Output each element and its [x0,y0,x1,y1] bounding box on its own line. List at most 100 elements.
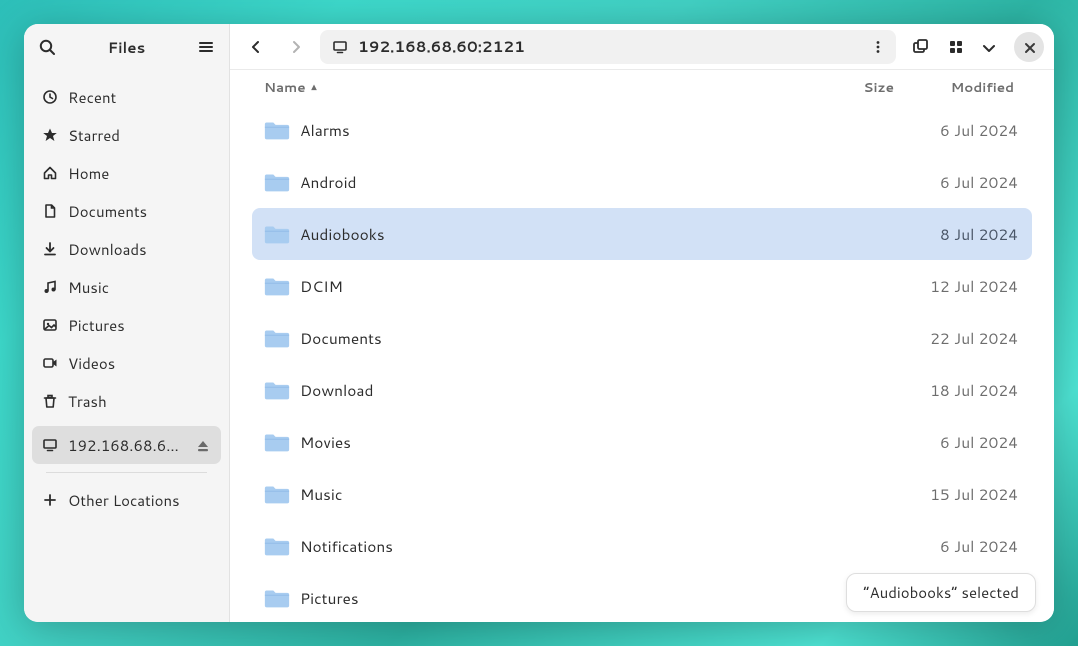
sidebar-item-home[interactable]: Home [32,154,221,192]
app-window: Files Recent Starred Home Documents [24,24,1054,622]
eject-button[interactable] [195,438,211,452]
folder-icon [260,274,294,298]
file-modified: 15 Jul 2024 [898,483,1018,505]
clock-icon [42,89,58,105]
file-modified: 6 Jul 2024 [898,431,1018,453]
videos-icon [42,355,58,371]
plus-icon [42,492,58,508]
chevron-left-icon [248,39,264,55]
toolbar-right [904,31,1044,63]
file-name: Notifications [300,535,818,557]
sidebar-item-label: Home [68,163,211,184]
music-icon [42,279,58,295]
sidebar-item-trash[interactable]: Trash [32,382,221,420]
file-name: Pictures [300,587,818,609]
file-row[interactable]: Movies 6 Jul 2024 [252,416,1032,468]
kebab-icon [870,39,886,55]
column-header-modified[interactable]: Modified [894,78,1014,97]
file-row[interactable]: Audiobooks 8 Jul 2024 [252,208,1032,260]
file-row[interactable]: Documents 22 Jul 2024 [252,312,1032,364]
sidebar-item-network-location[interactable]: 192.168.68.6… [32,426,221,464]
folder-icon [260,586,294,610]
view-options-dropdown[interactable] [972,31,1004,63]
sidebar-item-documents[interactable]: Documents [32,192,221,230]
file-name: Music [300,483,818,505]
sidebar-item-videos[interactable]: Videos [32,344,221,382]
sidebar-item-label: Documents [68,201,211,222]
screen-icon [42,437,58,453]
file-modified: 12 Jul 2024 [898,275,1018,297]
sort-indicator-icon: ▴ [312,80,317,94]
sidebar-item-other-locations[interactable]: Other Locations [32,481,221,519]
file-name: Audiobooks [300,223,818,245]
file-name: Documents [300,327,818,349]
column-label: Name [264,78,306,97]
file-row[interactable]: Download 18 Jul 2024 [252,364,1032,416]
selection-status-text: “Audiobooks” selected [863,582,1019,603]
folder-icon [260,118,294,142]
folder-icon [260,430,294,454]
selection-status: “Audiobooks” selected [846,573,1036,612]
hamburger-icon [198,39,214,55]
chevron-down-icon [981,40,995,54]
column-header-name[interactable]: Name ▴ [264,78,814,97]
star-icon [42,127,58,143]
file-row[interactable]: Music 15 Jul 2024 [252,468,1032,520]
file-name: Android [300,171,818,193]
file-modified: 6 Jul 2024 [898,171,1018,193]
file-row[interactable]: Notifications 6 Jul 2024 [252,520,1032,572]
sidebar-separator [46,472,207,473]
file-modified: 18 Jul 2024 [898,379,1018,401]
file-row[interactable]: DCIM12 Jul 2024 [252,260,1032,312]
path-options-button[interactable] [864,33,892,61]
toolbar: 192.168.68.60:2121 [230,24,1054,70]
file-name: Alarms [300,119,818,141]
trash-icon [42,393,58,409]
column-label: Modified [951,78,1014,97]
folder-icon [260,326,294,350]
file-name: Download [300,379,818,401]
sidebar-item-pictures[interactable]: Pictures [32,306,221,344]
sidebar-item-label: Videos [68,353,211,374]
file-row[interactable]: Alarms6 Jul 2024 [252,104,1032,156]
hamburger-menu-button[interactable] [189,30,223,64]
sidebar-item-music[interactable]: Music [32,268,221,306]
folder-icon [260,482,294,506]
back-button[interactable] [240,31,272,63]
folder-icon [260,378,294,402]
grid-view-button[interactable] [940,31,972,63]
new-tab-icon [912,39,928,55]
folder-icon [260,170,294,194]
sidebar-item-label: Other Locations [68,490,211,511]
close-window-button[interactable] [1014,32,1044,62]
file-modified: 22 Jul 2024 [898,327,1018,349]
address-bar[interactable]: 192.168.68.60:2121 [320,30,896,64]
app-title: Files [64,37,189,58]
folder-icon [260,534,294,558]
view-switcher [940,31,1004,63]
search-button[interactable] [30,30,64,64]
new-tab-button[interactable] [904,31,936,63]
folder-icon [260,222,294,246]
close-icon [1022,40,1036,54]
column-label: Size [863,78,894,97]
file-row[interactable]: Android 6 Jul 2024 [252,156,1032,208]
sidebar-item-label: Pictures [68,315,211,336]
main-pane: 192.168.68.60:2121 [230,24,1054,622]
file-modified: 6 Jul 2024 [898,535,1018,557]
chevron-right-icon [288,39,304,55]
file-list[interactable]: Alarms6 Jul 2024Android6 Jul 2024Audiobo… [230,104,1054,622]
pictures-icon [42,317,58,333]
column-header-size[interactable]: Size [814,78,894,97]
sidebar-item-label: Music [68,277,211,298]
sidebar-item-starred[interactable]: Starred [32,116,221,154]
home-icon [42,165,58,181]
sidebar-item-label: 192.168.68.6… [68,435,185,456]
sidebar-header: Files [24,24,229,70]
sidebar-item-downloads[interactable]: Downloads [32,230,221,268]
download-icon [42,241,58,257]
file-modified: 8 Jul 2024 [898,223,1018,245]
sidebar-item-recent[interactable]: Recent [32,78,221,116]
file-name: Movies [300,431,818,453]
address-text: 192.168.68.60:2121 [358,36,854,57]
